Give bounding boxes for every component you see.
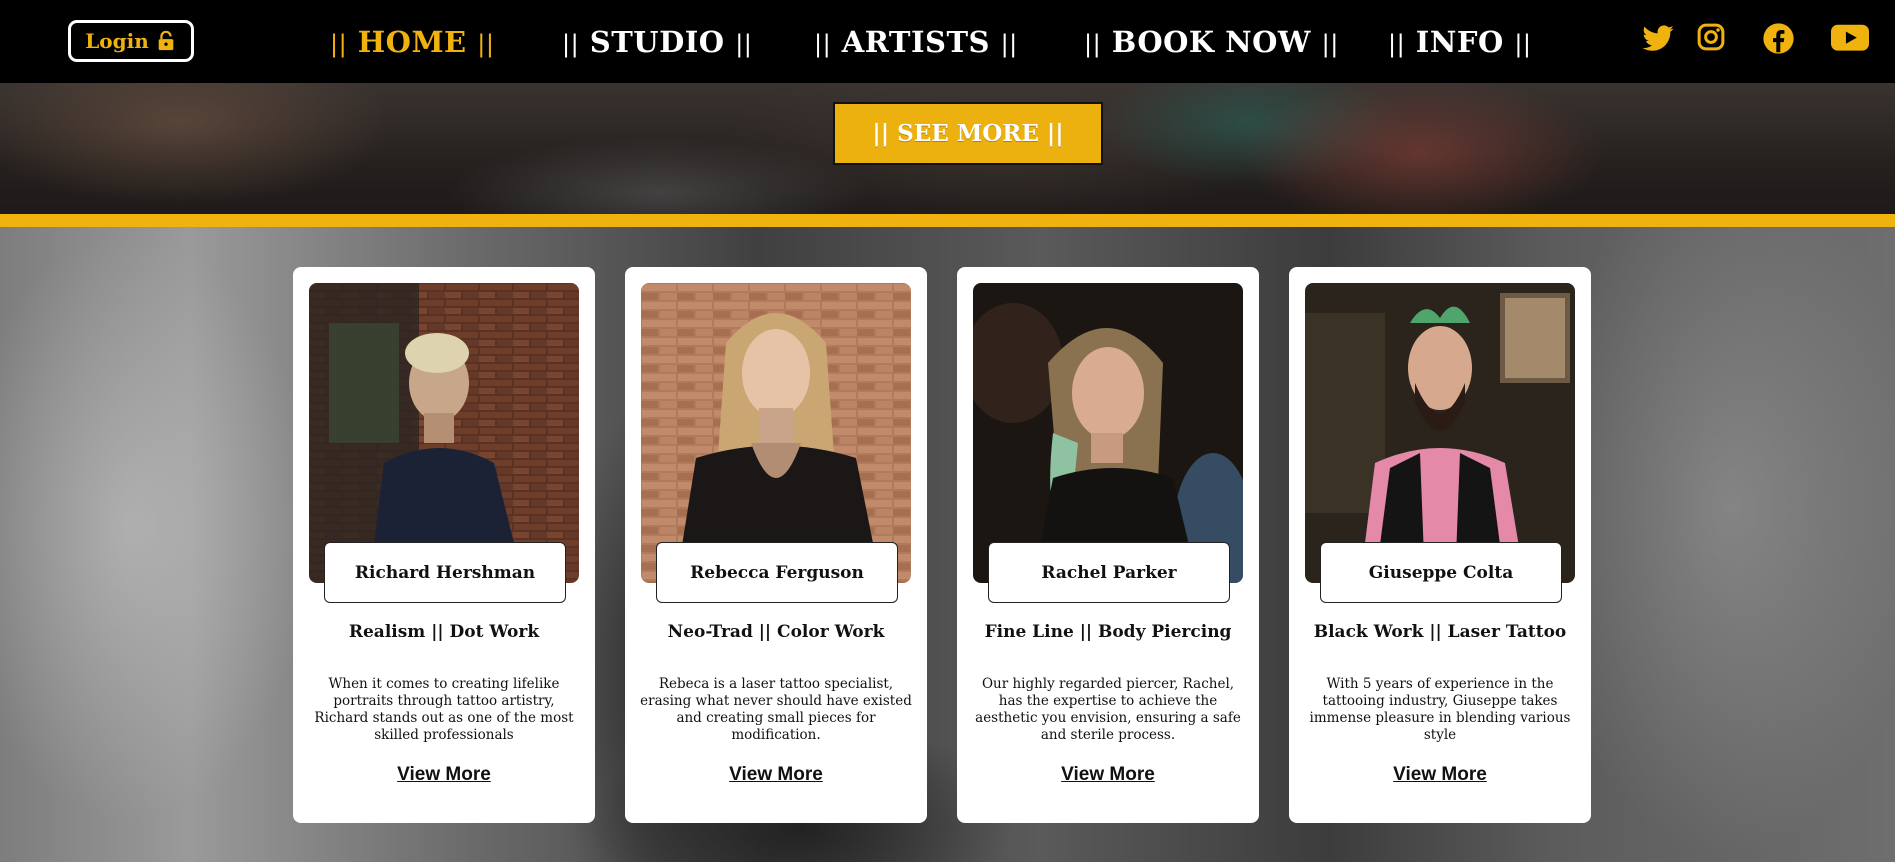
- nav-link-label: INFO: [1415, 25, 1504, 59]
- artist-name: Rachel Parker: [988, 542, 1230, 603]
- nav-separator: ||: [1000, 30, 1018, 58]
- artist-name: Richard Hershman: [324, 542, 566, 603]
- artist-specialty: Fine Line || Body Piercing: [984, 622, 1232, 642]
- artist-description: With 5 years of experience in the tattoo…: [1309, 676, 1571, 743]
- nav-link-book-now[interactable]: || BOOK NOW ||: [1084, 22, 1339, 62]
- nav-link-studio[interactable]: || STUDIO ||: [562, 22, 752, 62]
- artist-photo: [309, 283, 579, 583]
- artist-card-rachel: Rachel Parker Fine Line || Body Piercing…: [957, 267, 1259, 823]
- login-button[interactable]: Login: [68, 20, 194, 62]
- artist-name: Rebecca Ferguson: [656, 542, 898, 603]
- nav-separator: ||: [1084, 30, 1102, 58]
- artist-specialty: Realism || Dot Work: [348, 622, 540, 642]
- see-more-button[interactable]: || SEE MORE ||: [833, 102, 1103, 165]
- nav-separator: ||: [1321, 30, 1339, 58]
- nav-separator: ||: [477, 30, 495, 58]
- nav-link-label: HOME: [357, 25, 467, 59]
- facebook-icon[interactable]: [1762, 22, 1798, 58]
- nav-separator: ||: [1388, 30, 1406, 58]
- artist-photo: [973, 283, 1243, 583]
- nav-link-info[interactable]: || INFO ||: [1388, 22, 1532, 62]
- nav-separator: ||: [735, 30, 753, 58]
- view-more-link[interactable]: View More: [293, 764, 595, 786]
- artist-description: Rebeca is a laser tattoo specialist, era…: [640, 676, 912, 743]
- nav-separator: ||: [814, 30, 832, 58]
- artist-description: Our highly regarded piercer, Rachel, has…: [975, 676, 1241, 743]
- nav-link-home[interactable]: || HOME ||: [330, 22, 494, 62]
- artist-name: Giuseppe Colta: [1320, 542, 1562, 603]
- artist-card-richard: Richard Hershman Realism || Dot Work Whe…: [293, 267, 595, 823]
- twitter-icon[interactable]: [1641, 22, 1677, 58]
- nav-separator: ||: [1514, 30, 1532, 58]
- nav-link-label: STUDIO: [589, 25, 725, 59]
- nav-separator: ||: [330, 30, 348, 58]
- nav-link-label: BOOK NOW: [1111, 25, 1311, 59]
- artist-card-rebecca: Rebecca Ferguson Neo-Trad || Color Work …: [625, 267, 927, 823]
- artist-card-giuseppe: Giuseppe Colta Black Work || Laser Tatto…: [1289, 267, 1591, 823]
- lock-icon: [155, 30, 177, 52]
- accent-divider: [0, 214, 1895, 227]
- login-label: Login: [85, 29, 149, 53]
- artists-section: [0, 227, 1895, 862]
- view-more-link[interactable]: View More: [625, 764, 927, 786]
- artist-description: When it comes to creating lifelike portr…: [314, 676, 574, 743]
- artist-specialty: Black Work || Laser Tattoo: [1313, 622, 1567, 642]
- top-navbar: Login || HOME || || STUDIO || || ARTISTS…: [0, 0, 1895, 83]
- youtube-icon[interactable]: [1831, 22, 1871, 58]
- nav-link-label: ARTISTS: [841, 25, 990, 59]
- view-more-link[interactable]: View More: [957, 764, 1259, 786]
- artist-photo: [1305, 283, 1575, 583]
- view-more-link[interactable]: View More: [1289, 764, 1591, 786]
- instagram-icon[interactable]: [1696, 22, 1732, 58]
- nav-link-artists[interactable]: || ARTISTS ||: [814, 22, 1018, 62]
- nav-separator: ||: [562, 30, 580, 58]
- artist-photo: [641, 283, 911, 583]
- artist-specialty: Neo-Trad || Color Work: [667, 622, 885, 642]
